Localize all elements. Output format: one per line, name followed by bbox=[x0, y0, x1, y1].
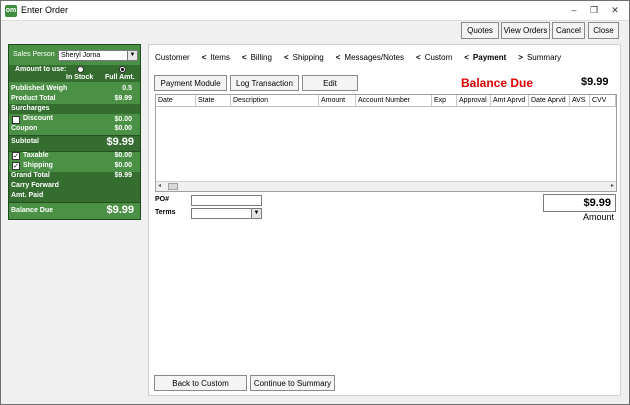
published-weight-value: 0.5 bbox=[122, 85, 132, 92]
column-header-avs[interactable]: AVS bbox=[570, 95, 590, 107]
window-title: Enter Order bbox=[21, 5, 69, 15]
sales-person-select[interactable]: Sheryl Jorna ▼ bbox=[58, 50, 138, 61]
title-bar[interactable]: om Enter Order – ❐ ✕ bbox=[1, 1, 629, 21]
cancel-button[interactable]: Cancel bbox=[552, 22, 585, 39]
subtotal-value: $9.99 bbox=[106, 136, 134, 148]
shipping-checkbox[interactable]: ✓ bbox=[12, 162, 20, 170]
payment-panel: Customer < Items < Billing < Shipping < Messages… bbox=[148, 44, 621, 396]
shipping-label: Shipping bbox=[23, 162, 53, 169]
sales-person-label: Sales Person bbox=[13, 51, 55, 58]
sales-person-value: Sheryl Jorna bbox=[61, 52, 101, 59]
carry-forward-label: Carry Forward bbox=[11, 182, 59, 189]
taxable-checkbox[interactable]: ✓ bbox=[12, 152, 20, 160]
product-total-value: $9.99 bbox=[114, 95, 132, 102]
chevron-down-icon[interactable]: ▼ bbox=[251, 209, 261, 218]
column-header-amount[interactable]: Amount bbox=[319, 95, 356, 107]
breadcrumb-item-billing[interactable]: Billing bbox=[251, 53, 272, 62]
subtotal-label: Subtotal bbox=[11, 138, 39, 145]
shipping-value: $0.00 bbox=[114, 162, 132, 169]
column-header-exp[interactable]: Exp bbox=[432, 95, 457, 107]
column-header-approval[interactable]: Approval bbox=[457, 95, 491, 107]
in-stock-radio[interactable] bbox=[77, 66, 84, 73]
breadcrumb-item-shipping[interactable]: Shipping bbox=[293, 53, 324, 62]
app-logo-icon: om bbox=[5, 5, 17, 17]
amount-value: $9.99 bbox=[543, 194, 616, 212]
order-summary-panel: Sales Person Sheryl Jorna ▼ Amount to us… bbox=[8, 44, 141, 220]
breadcrumb-separator: < bbox=[464, 53, 469, 62]
transactions-table[interactable]: Date State Description Amount Account Number… bbox=[155, 94, 617, 192]
divider bbox=[9, 202, 140, 203]
edit-button[interactable]: Edit bbox=[302, 75, 358, 91]
breadcrumb-item-custom[interactable]: Custom bbox=[425, 53, 453, 62]
column-header-cvv[interactable]: CVV bbox=[590, 95, 616, 107]
po-label: PO# bbox=[155, 196, 170, 203]
breadcrumb-separator: > bbox=[518, 53, 523, 62]
column-header-state[interactable]: State bbox=[196, 95, 231, 107]
restore-button[interactable]: ❐ bbox=[587, 4, 601, 17]
balance-due-label: Balance Due bbox=[11, 207, 54, 214]
continue-to-summary-button[interactable]: Continue to Summary bbox=[250, 375, 335, 391]
terms-select[interactable]: ▼ bbox=[191, 208, 262, 219]
grand-total-value: $9.99 bbox=[114, 172, 132, 179]
scroll-right-icon[interactable]: ▸ bbox=[611, 182, 614, 191]
chevron-down-icon[interactable]: ▼ bbox=[127, 51, 137, 60]
balance-due-amount: $9.99 bbox=[581, 76, 609, 88]
breadcrumb-item-items[interactable]: Items bbox=[210, 53, 230, 62]
breadcrumb-item-summary[interactable]: Summary bbox=[527, 53, 561, 62]
balance-due-heading: Balance Due bbox=[461, 76, 534, 90]
breadcrumb-item-customer[interactable]: Customer bbox=[155, 53, 190, 62]
column-header-description[interactable]: Description bbox=[231, 95, 319, 107]
discount-label: Discount bbox=[23, 115, 53, 122]
view-orders-button[interactable]: View Orders bbox=[501, 22, 550, 39]
breadcrumb: Customer < Items < Billing < Shipping < Messages… bbox=[155, 53, 565, 62]
back-to-custom-button[interactable]: Back to Custom bbox=[154, 375, 247, 391]
scrollbar-thumb[interactable] bbox=[168, 183, 178, 190]
enter-order-window: om Enter Order – ❐ ✕ Quotes View Orders … bbox=[0, 0, 630, 405]
amt-paid-label: Amt. Paid bbox=[11, 192, 44, 199]
breadcrumb-separator: < bbox=[283, 53, 289, 62]
quotes-button[interactable]: Quotes bbox=[461, 22, 499, 39]
discount-checkbox[interactable] bbox=[12, 116, 20, 124]
breadcrumb-separator: < bbox=[335, 53, 341, 62]
in-stock-label: In Stock bbox=[66, 74, 94, 81]
payment-module-button[interactable]: Payment Module bbox=[154, 75, 227, 91]
table-header: Date State Description Amount Account Number… bbox=[156, 95, 616, 107]
scroll-left-icon[interactable]: ◂ bbox=[158, 182, 161, 191]
taxable-label: Taxable bbox=[23, 152, 49, 159]
terms-label: Terms bbox=[155, 209, 176, 216]
surcharges-label: Surcharges bbox=[11, 105, 50, 112]
full-amt-radio[interactable] bbox=[119, 66, 126, 73]
discount-value: $0.00 bbox=[114, 116, 132, 123]
product-total-label: Product Total bbox=[11, 95, 56, 102]
po-input[interactable] bbox=[191, 195, 262, 206]
taxable-value: $0.00 bbox=[114, 152, 132, 159]
column-header-date[interactable]: Date bbox=[156, 95, 196, 107]
column-header-account-number[interactable]: Account Number bbox=[356, 95, 432, 107]
horizontal-scrollbar[interactable]: ◂ ▸ bbox=[156, 181, 616, 191]
window-close-button[interactable]: ✕ bbox=[608, 4, 622, 17]
column-header-amt-aprvd[interactable]: Amt Aprvd bbox=[491, 95, 529, 107]
close-button[interactable]: Close bbox=[588, 22, 619, 39]
breadcrumb-separator: < bbox=[416, 53, 421, 62]
log-transaction-button[interactable]: Log Transaction bbox=[230, 75, 299, 91]
coupon-label: Coupon bbox=[11, 125, 38, 132]
breadcrumb-separator: < bbox=[241, 53, 247, 62]
coupon-value: $0.00 bbox=[114, 125, 132, 132]
published-weight-label: Published Weigh bbox=[11, 85, 68, 92]
breadcrumb-item-payment[interactable]: Payment bbox=[473, 53, 506, 62]
balance-due-value: $9.99 bbox=[106, 204, 134, 216]
column-header-date-aprvd[interactable]: Date Aprvd bbox=[529, 95, 570, 107]
amount-to-use-label: Amount to use: bbox=[15, 66, 67, 73]
minimize-button[interactable]: – bbox=[567, 4, 581, 17]
breadcrumb-item-messages-notes[interactable]: Messages/Notes bbox=[344, 53, 404, 62]
amount-label: Amount bbox=[583, 212, 615, 222]
grand-total-label: Grand Total bbox=[11, 172, 50, 179]
full-amt-label: Full Amt. bbox=[105, 74, 135, 81]
breadcrumb-separator: < bbox=[201, 53, 207, 62]
